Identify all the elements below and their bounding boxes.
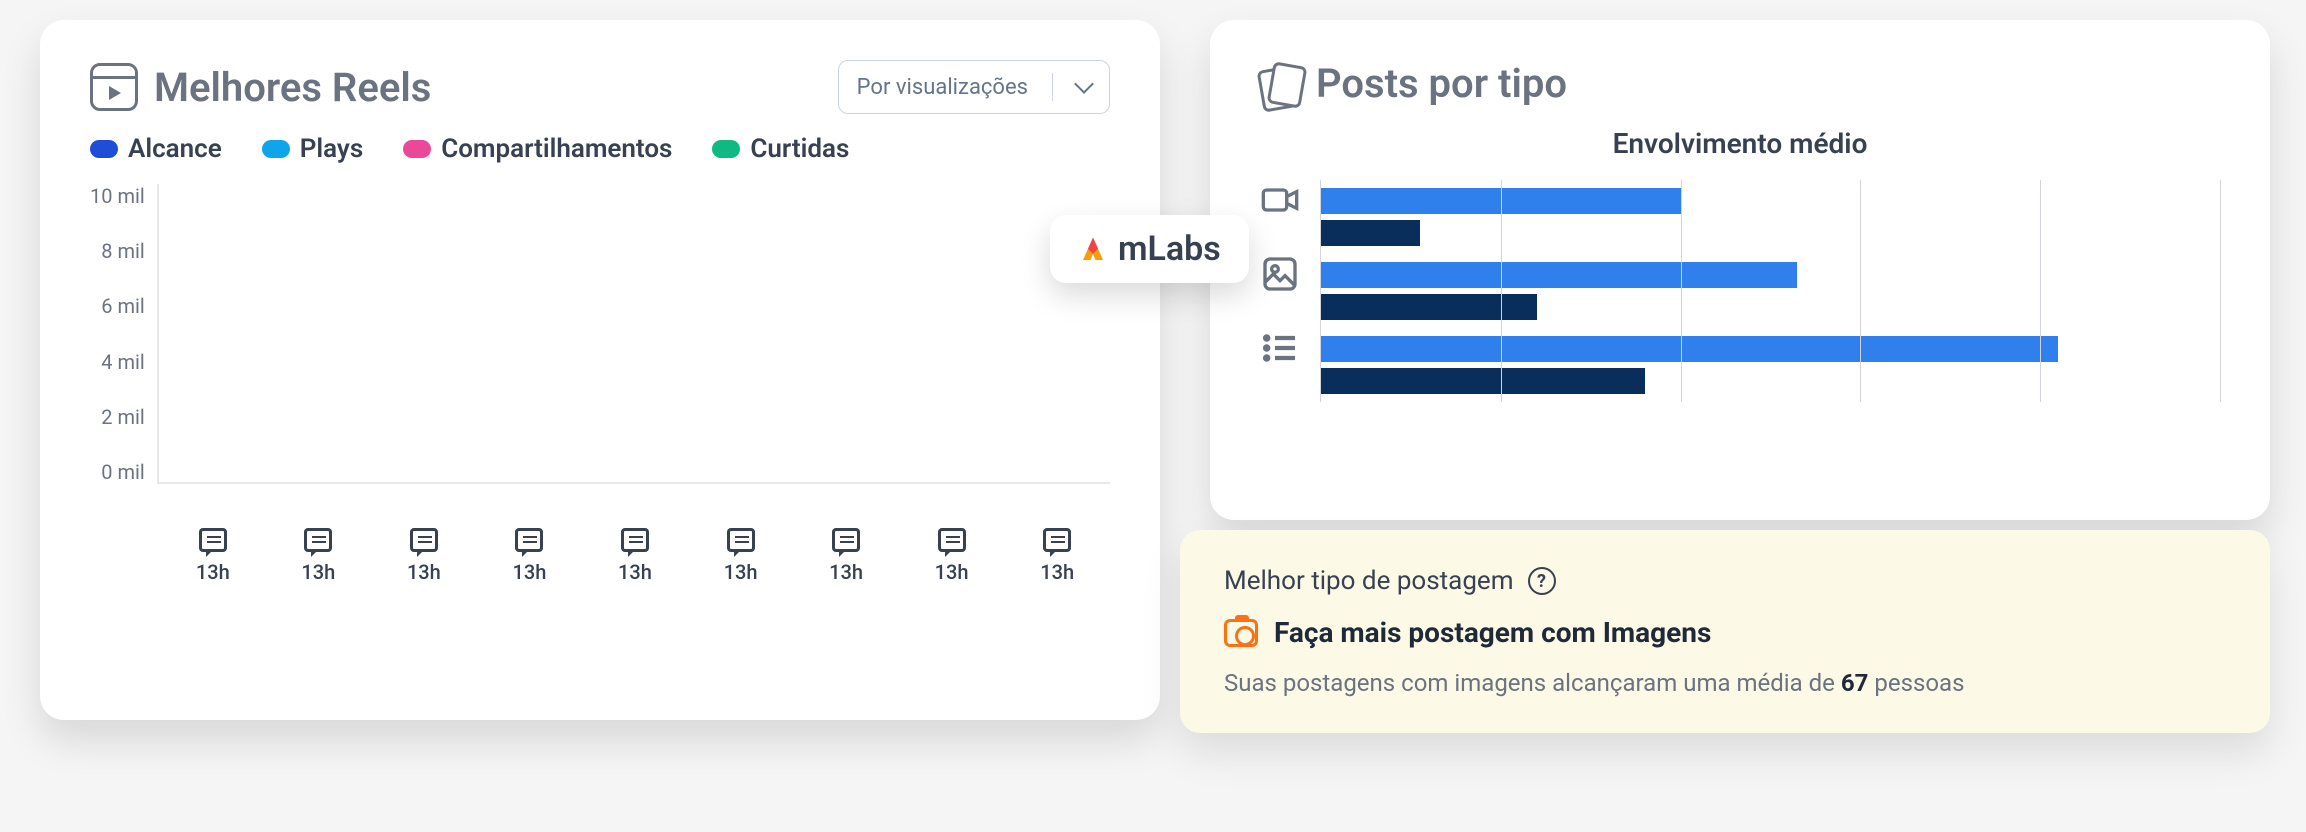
list-icon bbox=[1260, 328, 1300, 368]
x-tick: 13h bbox=[196, 528, 230, 584]
card-title: Melhores Reels bbox=[154, 64, 431, 111]
x-tick: 13h bbox=[1040, 528, 1074, 584]
bar-row bbox=[1321, 328, 2220, 402]
message-icon bbox=[410, 528, 438, 552]
callout-body: Suas postagens com imagens alcançaram um… bbox=[1224, 669, 2226, 697]
x-tick: 13h bbox=[724, 528, 758, 584]
x-tick: 13h bbox=[407, 528, 441, 584]
posts-por-tipo-card: Posts por tipo Envolvimento médio bbox=[1210, 20, 2270, 520]
legend-item-alcance[interactable]: Alcance bbox=[90, 134, 222, 164]
x-tick: 13h bbox=[829, 528, 863, 584]
message-icon bbox=[515, 528, 543, 552]
hbar[interactable] bbox=[1321, 220, 1420, 246]
legend-item-compart[interactable]: Compartilhamentos bbox=[403, 134, 672, 164]
bar-row bbox=[1321, 180, 2220, 254]
legend-item-plays[interactable]: Plays bbox=[262, 134, 364, 164]
message-icon bbox=[199, 528, 227, 552]
message-icon bbox=[304, 528, 332, 552]
message-icon bbox=[727, 528, 755, 552]
card-title: Posts por tipo bbox=[1316, 60, 1567, 107]
message-icon bbox=[621, 528, 649, 552]
callout-heading: Melhor tipo de postagem bbox=[1224, 566, 1514, 596]
sort-select[interactable]: Por visualizações bbox=[838, 60, 1110, 114]
chevron-down-icon bbox=[1074, 74, 1094, 94]
help-icon[interactable]: ? bbox=[1528, 567, 1556, 595]
sort-select-label: Por visualizações bbox=[857, 75, 1028, 100]
hbar[interactable] bbox=[1321, 368, 1645, 394]
best-post-type-callout: Melhor tipo de postagem ? Faça mais post… bbox=[1180, 530, 2270, 733]
select-divider bbox=[1052, 73, 1053, 101]
swatch bbox=[712, 140, 740, 158]
x-tick: 13h bbox=[512, 528, 546, 584]
y-axis: 10 mil 8 mil 6 mil 4 mil 2 mil 0 mil bbox=[90, 184, 157, 484]
legend-item-curtidas[interactable]: Curtidas bbox=[712, 134, 849, 164]
hbar[interactable] bbox=[1321, 294, 1537, 320]
swatch bbox=[262, 140, 290, 158]
plot-area bbox=[157, 184, 1110, 484]
message-icon bbox=[1043, 528, 1071, 552]
reels-stacked-chart: 10 mil 8 mil 6 mil 4 mil 2 mil 0 mil bbox=[90, 184, 1110, 514]
callout-cta: Faça mais postagem com Imagens bbox=[1274, 616, 1711, 649]
x-axis: 13h 13h 13h 13h 13h 13h 13h 13h 13h bbox=[160, 528, 1110, 584]
category-icons bbox=[1260, 180, 1320, 402]
message-icon bbox=[832, 528, 860, 552]
cards-icon bbox=[1260, 64, 1300, 104]
hbar[interactable] bbox=[1321, 262, 1797, 288]
card-header: Melhores Reels Por visualizações bbox=[90, 60, 1110, 114]
image-icon bbox=[1260, 254, 1300, 294]
message-icon bbox=[938, 528, 966, 552]
swatch bbox=[403, 140, 431, 158]
posts-type-chart bbox=[1260, 180, 2220, 402]
x-tick: 13h bbox=[935, 528, 969, 584]
mlabs-logo-icon bbox=[1078, 234, 1108, 264]
swatch bbox=[90, 140, 118, 158]
camera-icon bbox=[1224, 619, 1258, 647]
reels-icon bbox=[90, 63, 138, 111]
melhores-reels-card: Melhores Reels Por visualizações Alcance… bbox=[40, 20, 1160, 720]
legend: Alcance Plays Compartilhamentos Curtidas bbox=[90, 134, 1110, 164]
x-tick: 13h bbox=[301, 528, 335, 584]
hbar[interactable] bbox=[1321, 336, 2058, 362]
mlabs-badge: mLabs bbox=[1050, 215, 1249, 283]
bar-row bbox=[1321, 254, 2220, 328]
chart-subtitle: Envolvimento médio bbox=[1260, 127, 2220, 160]
mlabs-text: mLabs bbox=[1118, 229, 1221, 269]
plot-area bbox=[1320, 180, 2220, 402]
video-icon bbox=[1260, 180, 1300, 220]
x-tick: 13h bbox=[618, 528, 652, 584]
